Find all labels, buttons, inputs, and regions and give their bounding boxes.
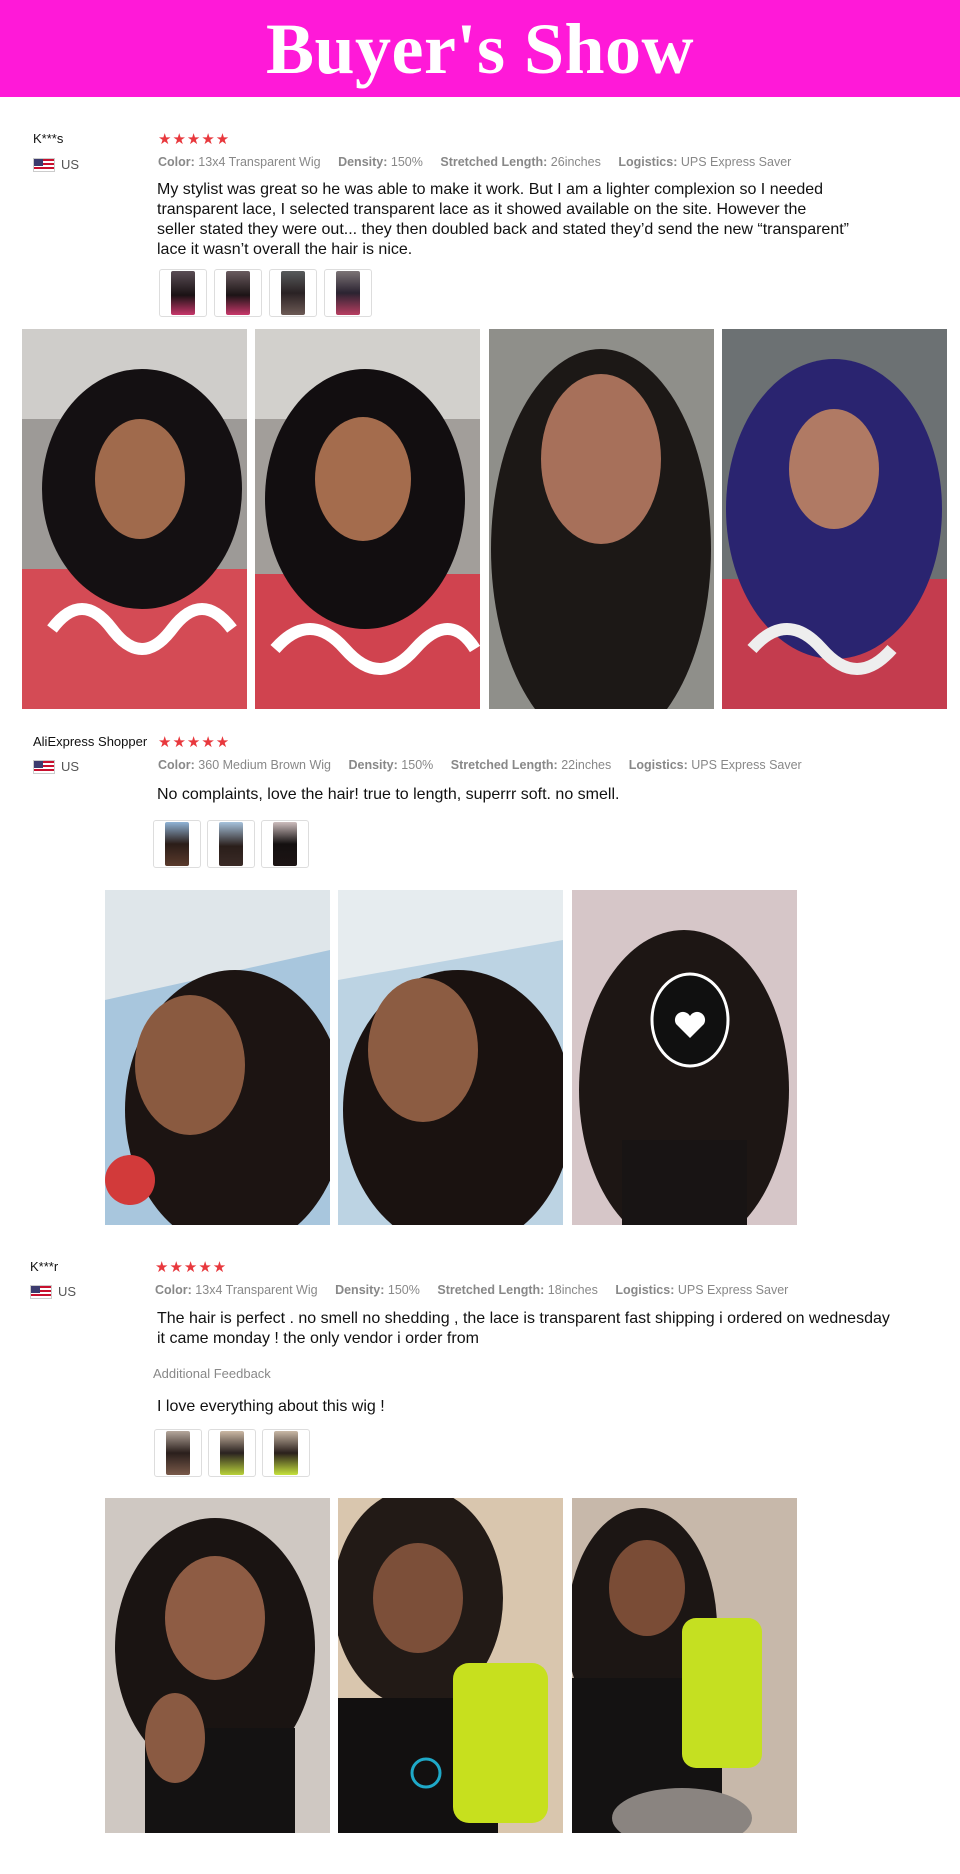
additional-feedback-text: I love everything about this wig ! <box>157 1398 385 1415</box>
review-thumbnail[interactable] <box>153 820 201 868</box>
country-label: US <box>58 1284 77 1299</box>
banner-title: Buyer's Show <box>265 8 695 89</box>
review-line: it came monday ! the only vendor i order… <box>157 1330 479 1347</box>
review-thumbnails <box>159 269 372 317</box>
review-line: lace it wasn’t overall the hair is nice. <box>157 241 413 258</box>
reviewer-country: US <box>30 1284 76 1299</box>
review-photo[interactable] <box>572 890 797 1225</box>
spec-value: 18inches <box>547 1283 598 1297</box>
spec-value: 150% <box>387 1283 420 1297</box>
review-photo-image <box>722 329 947 709</box>
review-photo[interactable] <box>489 329 714 709</box>
review-thumbnail[interactable] <box>261 820 309 868</box>
review-photo-image <box>105 890 330 1225</box>
reviewer-name: K***r <box>30 1259 59 1274</box>
review-line: seller stated they were out... they then… <box>157 221 849 238</box>
review-photo-image <box>338 1498 563 1833</box>
spec-label: Logistics: <box>628 758 688 772</box>
review-text: No complaints, love the hair! true to le… <box>157 785 917 805</box>
spec-value: 150% <box>390 155 423 169</box>
review-photo[interactable] <box>338 1498 563 1833</box>
review-text: The hair is perfect . no smell no sheddi… <box>157 1309 947 1349</box>
buyers-show-banner: Buyer's Show <box>0 0 960 97</box>
us-flag-icon <box>30 1284 52 1299</box>
reviewer-country: US <box>33 157 79 172</box>
review-photo[interactable] <box>722 329 947 709</box>
review-line: The hair is perfect . no smell no sheddi… <box>157 1310 890 1327</box>
country-label: US <box>61 759 80 774</box>
spec-label: Color: <box>158 155 195 169</box>
review-photo[interactable] <box>338 890 563 1225</box>
spec-value: 150% <box>401 758 434 772</box>
review-line: My stylist was great so he was able to m… <box>157 181 824 198</box>
review-thumbnails <box>153 820 309 868</box>
star-rating: ★★★★★ <box>155 1259 228 1276</box>
us-flag-icon <box>33 759 55 774</box>
review-thumbnail[interactable] <box>154 1429 202 1477</box>
additional-feedback-label: Additional Feedback <box>153 1366 271 1381</box>
spec-label: Color: <box>155 1283 192 1297</box>
review-line: No complaints, love the hair! true to le… <box>157 786 620 803</box>
spec-value: UPS Express Saver <box>677 1283 789 1297</box>
review-thumbnail[interactable] <box>262 1429 310 1477</box>
review-photo-image <box>255 329 480 709</box>
review-thumbnail[interactable] <box>214 269 262 317</box>
review-photo-image <box>22 329 247 709</box>
reviewer-name: AliExpress Shopper <box>33 734 148 749</box>
spec-label: Density: <box>335 1283 385 1297</box>
spec-label: Logistics: <box>618 155 678 169</box>
spec-value: 13x4 Transparent Wig <box>198 155 321 169</box>
review-thumbnail[interactable] <box>159 269 207 317</box>
review-thumbnail[interactable] <box>208 1429 256 1477</box>
review-photo[interactable] <box>105 1498 330 1833</box>
review-thumbnail[interactable] <box>324 269 372 317</box>
spec-label: Density: <box>348 758 398 772</box>
spec-label: Color: <box>158 758 195 772</box>
spec-label: Stretched Length: <box>437 1283 545 1297</box>
spec-value: 22inches <box>561 758 612 772</box>
review-photo[interactable] <box>572 1498 797 1833</box>
review-thumbnail[interactable] <box>269 269 317 317</box>
country-label: US <box>61 157 80 172</box>
review-line: transparent lace, I selected transparent… <box>157 201 807 218</box>
reviewer-name: K***s <box>33 131 64 146</box>
star-rating: ★★★★★ <box>158 734 231 751</box>
spec-label: Density: <box>338 155 388 169</box>
us-flag-icon <box>33 157 55 172</box>
spec-value: 360 Medium Brown Wig <box>198 758 331 772</box>
spec-value: UPS Express Saver <box>691 758 802 772</box>
review-photo[interactable] <box>22 329 247 709</box>
review-photo-image <box>105 1498 330 1833</box>
review-photo[interactable] <box>105 890 330 1225</box>
review-photo-image <box>572 890 797 1225</box>
spec-value: 26inches <box>550 155 601 169</box>
spec-label: Stretched Length: <box>440 155 548 169</box>
review-specs: Color: 13x4 Transparent Wig Density: 150… <box>158 155 791 169</box>
review-photo[interactable] <box>255 329 480 709</box>
review-specs: Color: 360 Medium Brown Wig Density: 150… <box>158 758 802 772</box>
spec-value: UPS Express Saver <box>680 155 792 169</box>
spec-label: Stretched Length: <box>450 758 558 772</box>
star-rating: ★★★★★ <box>158 131 231 148</box>
review-thumbnails <box>154 1429 310 1477</box>
spec-label: Logistics: <box>615 1283 675 1297</box>
review-text: My stylist was great so he was able to m… <box>157 180 917 260</box>
review-specs: Color: 13x4 Transparent Wig Density: 150… <box>155 1283 788 1297</box>
review-thumbnail[interactable] <box>207 820 255 868</box>
review-photo-image <box>489 329 714 709</box>
reviewer-country: US <box>33 759 79 774</box>
spec-value: 13x4 Transparent Wig <box>195 1283 318 1297</box>
review-photo-image <box>572 1498 797 1833</box>
review-photo-image <box>338 890 563 1225</box>
